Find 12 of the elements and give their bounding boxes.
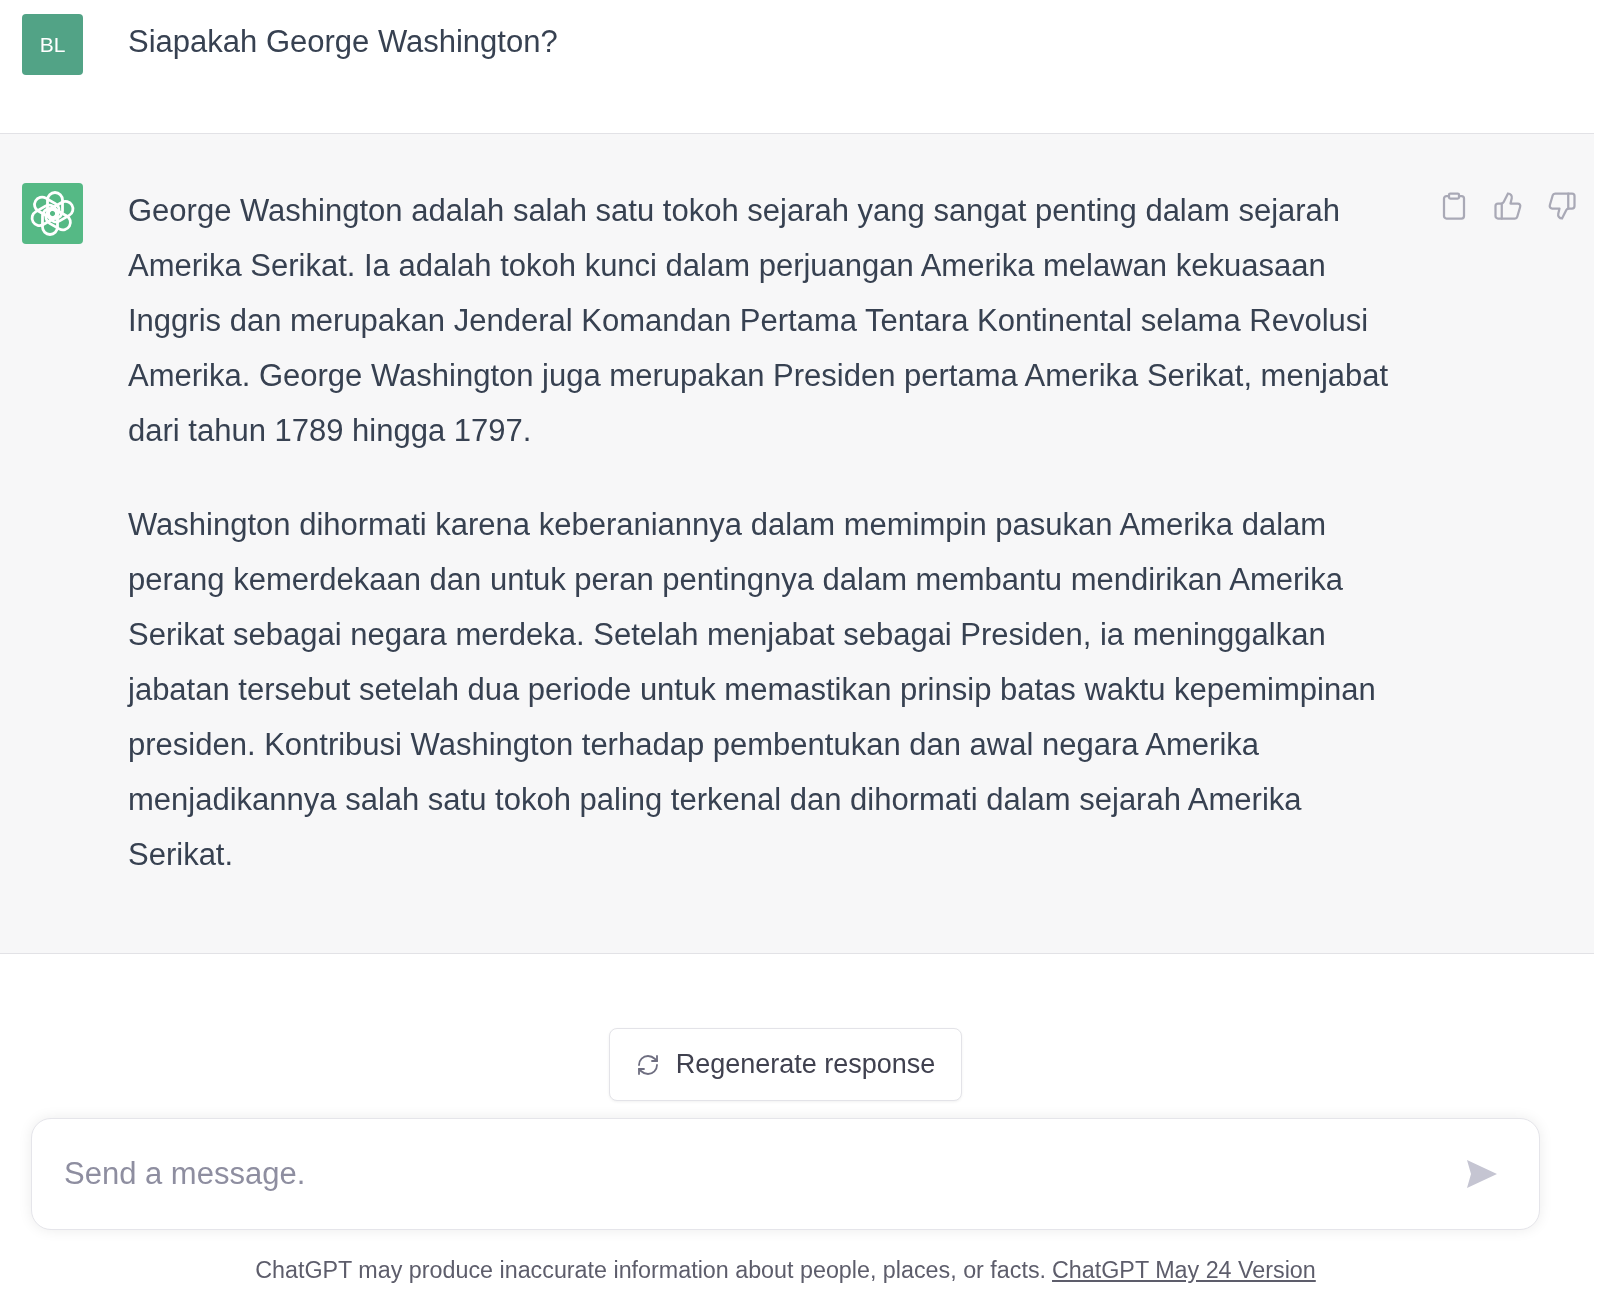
thumbs-up-icon[interactable] xyxy=(1493,191,1523,221)
regenerate-button[interactable]: Regenerate response xyxy=(608,1028,963,1101)
message-text: George Washington adalah salah satu tokoh sejarah yang sangat penting dalam sejarah Amerika Serikat. Ia adalah tokoh kunci dalam perjuangan Amerika melawan kekuasaan Inggris dan merupakan Jenderal Komandan Pertama Tentara Kontinental selama Revolusi Amerika. George Washington juga merupakan Presiden pertama Amerika Serikat, menjabat dari tahun 1789 hingga 1797. xyxy=(128,192,1390,450)
refresh-icon xyxy=(635,1052,660,1077)
thumbs-down-icon[interactable] xyxy=(1547,191,1577,221)
message-text: Siapakah George Washington? xyxy=(128,23,559,61)
user-avatar: BL xyxy=(22,14,83,75)
message-input[interactable]: Send a message. xyxy=(31,1118,1540,1230)
disclaimer-text: ChatGPT may produce inaccurate information about people, places, or facts. ChatGPT May 24 Version xyxy=(255,1256,1316,1285)
message-text: Washington dihormati karena keberaniannya dalam memimpin pasukan Amerika dalam perang kemerdekaan dan untuk peran pentingnya dalam membantu mendirikan Amerika Serikat sebagai negara merdeka. Setelah menjabat sebagai Presiden, ia meninggalkan jabatan tersebut setelah dua periode untuk memastikan prinsip batas waktu kepemimpinan presiden. Kontribusi Washington terhadap pembentukan dan awal negara Amerika menjadikannya salah satu tokoh paling terkenal dan dihormati dalam sejarah Amerika Serikat. xyxy=(128,506,1377,874)
logo-icon xyxy=(22,183,83,244)
version-link[interactable]: ChatGPT May 24 Version xyxy=(1052,1257,1316,1283)
